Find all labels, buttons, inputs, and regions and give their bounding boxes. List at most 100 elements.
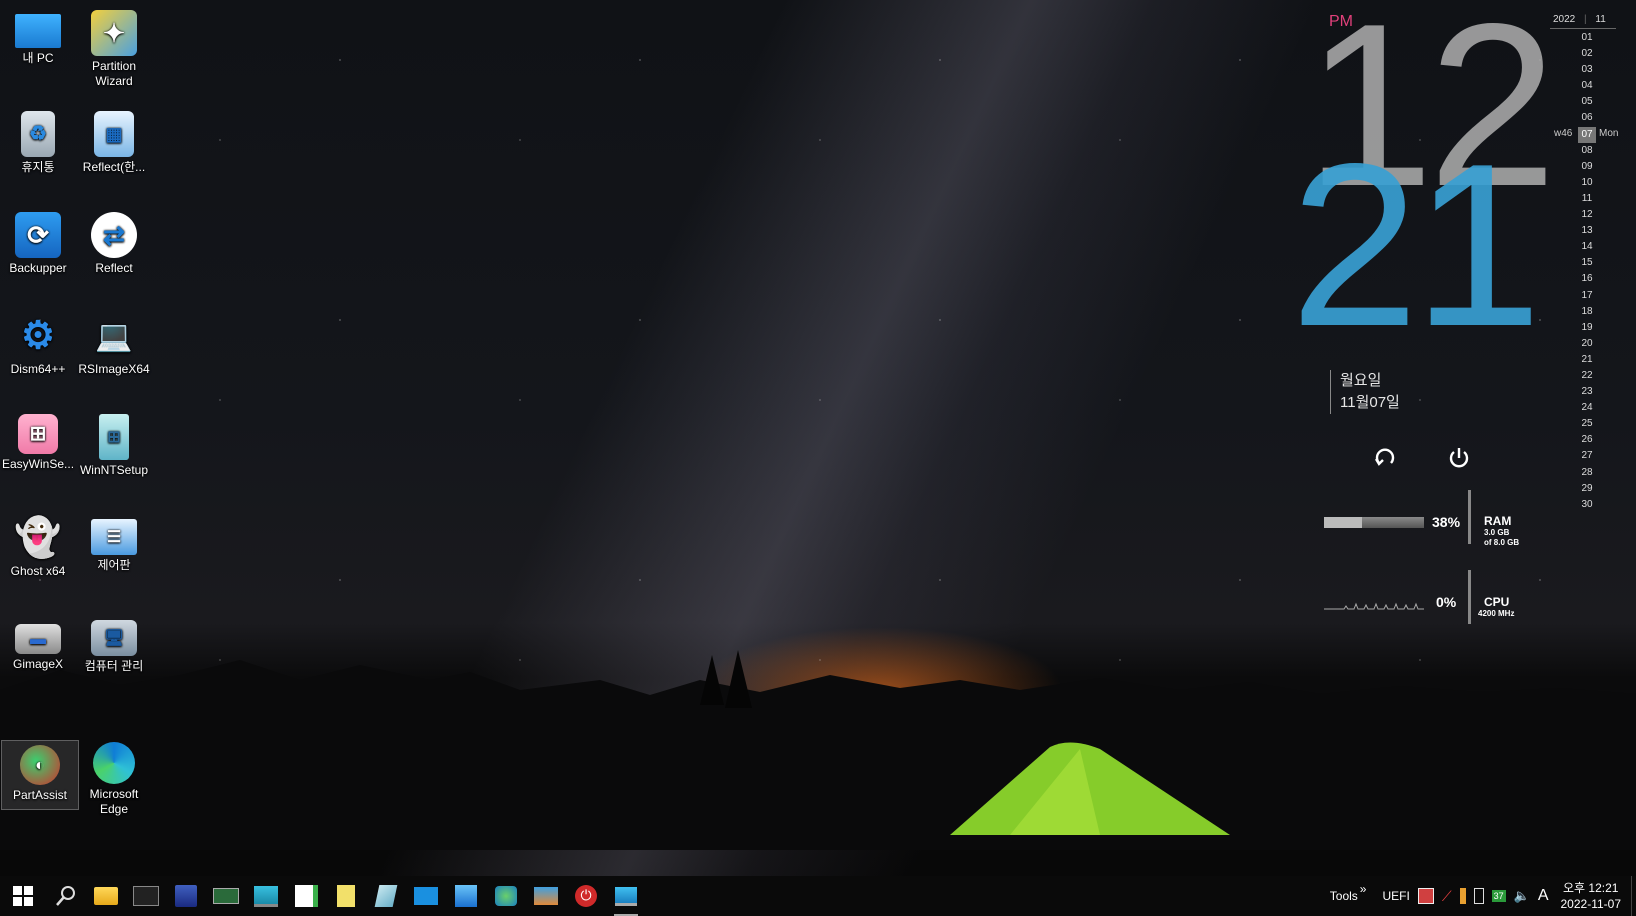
taskbar-pc-tools[interactable]: [526, 876, 566, 916]
taskbar-terminal[interactable]: [126, 876, 166, 916]
registry-cubes-icon: ▦: [94, 111, 134, 157]
taskbar-notepad[interactable]: [366, 876, 406, 916]
calendar-day: 12: [1581, 209, 1593, 221]
desktop-icon-partassist[interactable]: ◐ PartAssist: [1, 740, 79, 810]
tray-clock[interactable]: 오후 12:21 2022-11-07: [1561, 880, 1622, 912]
cpu-title: CPU: [1484, 595, 1510, 609]
show-desktop-button[interactable]: [1631, 876, 1636, 916]
calendar-day: 30: [1581, 498, 1593, 510]
tray-ime-indicator[interactable]: A: [1538, 887, 1549, 905]
calendar-day: 07: [1578, 126, 1596, 143]
calendar-day: 26: [1581, 434, 1593, 446]
search-icon: [56, 886, 75, 906]
calendar-month: 11: [1595, 14, 1606, 25]
desktop-icon-easywinsetup[interactable]: ⊞ EasyWinSe...: [0, 408, 76, 472]
cpu-label: CPU 4200 MHz: [1478, 595, 1514, 619]
desktop-icon-partition-wizard[interactable]: ✦ Partition Wizard: [76, 4, 152, 89]
tray-tools[interactable]: Tools: [1330, 889, 1358, 903]
calendar-day: 29: [1581, 482, 1593, 494]
tray-volume-icon[interactable]: 🔈: [1514, 888, 1530, 904]
calendar-day: 15: [1581, 257, 1593, 269]
desktop-icon-ghost-x64[interactable]: 👻 Ghost x64: [0, 509, 76, 579]
calendar-day: 20: [1581, 337, 1593, 349]
desktop-icon-rsimagex64[interactable]: 💻 RSImageX64: [76, 307, 152, 377]
computer-management-icon: 🖥: [91, 620, 137, 656]
taskbar-laptop[interactable]: [246, 876, 286, 916]
ram-total: of 8.0 GB: [1484, 538, 1520, 547]
desktop-icon-reflect[interactable]: ⇄ Reflect: [76, 206, 152, 276]
cpu-percent: 0%: [1436, 594, 1457, 610]
calendar-header: 2022 | 11: [1553, 14, 1606, 25]
taskbar-folder-file[interactable]: [326, 876, 366, 916]
desktop-icon-microsoft-edge[interactable]: Microsoft Edge: [76, 736, 152, 817]
calendar-day: 11: [1581, 192, 1593, 204]
calendar-day: 10: [1581, 176, 1593, 188]
clock-minute: 21: [1290, 116, 1542, 375]
windows-logo-icon: ⊞: [18, 414, 58, 454]
taskbar-network[interactable]: [486, 876, 526, 916]
calendar-day: 17: [1581, 289, 1593, 301]
tray-date: 2022-11-07: [1560, 897, 1622, 911]
calendar-day: 19: [1581, 321, 1593, 333]
edge-icon: [93, 742, 135, 784]
recycle-bin-icon: ♻: [21, 111, 55, 157]
taskbar-search-button[interactable]: [46, 876, 86, 916]
restart-button[interactable]: [1370, 443, 1400, 473]
calendar-day: 04: [1581, 80, 1593, 92]
shutdown-button[interactable]: [1444, 443, 1474, 473]
tray-tools-red-icon[interactable]: ⟋: [1442, 888, 1452, 905]
tray-pencil-icon[interactable]: [1459, 888, 1466, 904]
file-add-icon: [294, 885, 318, 907]
desktop-icon-control-panel[interactable]: ☰ 제어판: [76, 509, 152, 573]
memory-chip-icon: [213, 888, 239, 904]
tray-uefi[interactable]: UEFI: [1382, 889, 1409, 903]
wallpaper-tent: [950, 742, 1230, 835]
calendar-day: 23: [1581, 386, 1593, 398]
calendar-days: 01 02 03 04 05 06 07 08 09 10 11 12 13 14 15 16 17 18 19 20…: [1578, 30, 1596, 513]
taskbar-window[interactable]: [406, 876, 446, 916]
start-button[interactable]: [0, 876, 46, 916]
desktop-icon: [615, 886, 637, 906]
calendar-weekday: Mon: [1599, 128, 1619, 139]
tray-chevron-icon[interactable]: »: [1360, 882, 1367, 896]
ram-usage-bar: [1324, 517, 1424, 528]
desktop-icon-reflect-korean[interactable]: ▦ Reflect(한...: [76, 105, 152, 175]
backup-sync-icon: ⟳: [15, 212, 61, 258]
desktop-icon-my-pc[interactable]: 내 PC: [0, 4, 76, 66]
calendar-day: 25: [1581, 418, 1593, 430]
drive-icon: ▬: [15, 624, 61, 654]
taskbar-photos[interactable]: [446, 876, 486, 916]
calendar-day: 24: [1581, 402, 1593, 414]
photos-icon: [455, 885, 477, 907]
desktop-icon-gimagex[interactable]: ▬ GimageX: [0, 610, 76, 672]
desktop-icon-computer-management[interactable]: 🖥 컴퓨터 관리: [76, 610, 152, 674]
partassist-disk-icon: ◐: [20, 745, 60, 785]
taskbar-power[interactable]: ⏻: [566, 876, 606, 916]
taskbar-save[interactable]: [166, 876, 206, 916]
cpu-sparkline: [1324, 602, 1424, 610]
taskbar: ⏻ Tools » UEFI ⟋ 37 🔈 A 오후 12:21 2022-11…: [0, 876, 1636, 916]
taskbar-memory[interactable]: [206, 876, 246, 916]
clock-date-text: 11월07일: [1340, 394, 1400, 411]
power-icon: [1449, 448, 1469, 468]
desktop-icon-winntsetup[interactable]: ⊞ WinNTSetup: [76, 408, 152, 478]
tray-shield-icon[interactable]: [1417, 888, 1434, 904]
power-icon: ⏻: [575, 885, 597, 907]
tray-battery-badge[interactable]: 37: [1491, 890, 1506, 902]
ram-title: RAM: [1484, 514, 1512, 528]
taskbar-file-explorer[interactable]: [86, 876, 126, 916]
calendar-day: 22: [1581, 369, 1593, 381]
desktop-icon-backupper[interactable]: ⟳ Backupper: [0, 206, 76, 276]
tray-usb-icon[interactable]: [1473, 888, 1484, 904]
ram-label: RAM 3.0 GB of 8.0 GB: [1484, 514, 1519, 548]
taskbar-file-add[interactable]: [286, 876, 326, 916]
cpu-divider: [1468, 570, 1471, 624]
desktop-icon-recycle-bin[interactable]: ♻ 휴지통: [0, 105, 76, 175]
wallpaper-mountains: [0, 650, 1636, 850]
reflect-arrows-icon: ⇄: [91, 212, 137, 258]
desktop-icon-dism64[interactable]: ⚙ Dism64++: [0, 307, 76, 377]
calendar-day: 28: [1581, 466, 1593, 478]
taskbar-desktop[interactable]: [606, 876, 646, 916]
calendar-year: 2022: [1553, 14, 1576, 25]
clock-date: 월요일 11월07일: [1330, 370, 1400, 414]
